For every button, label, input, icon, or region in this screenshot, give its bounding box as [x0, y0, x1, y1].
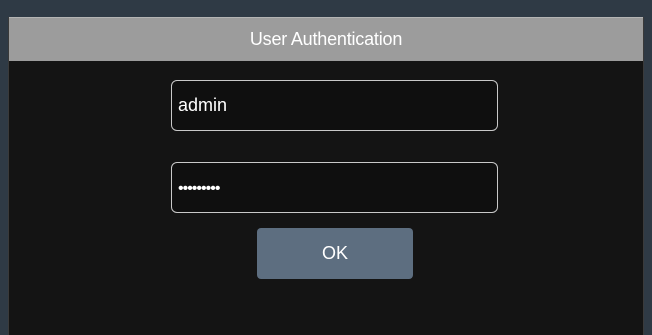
password-field[interactable]: •••••••••	[171, 162, 498, 213]
username-field[interactable]: admin	[171, 80, 498, 131]
password-value: •••••••••	[178, 179, 220, 197]
ok-button[interactable]: OK	[257, 228, 413, 279]
username-value: admin	[178, 95, 228, 115]
auth-dialog: User Authentication admin ••••••••• OK	[8, 17, 644, 335]
dialog-titlebar: User Authentication	[9, 17, 643, 61]
app-frame: User Authentication admin ••••••••• OK	[0, 0, 652, 335]
dialog-title: User Authentication	[249, 29, 403, 49]
